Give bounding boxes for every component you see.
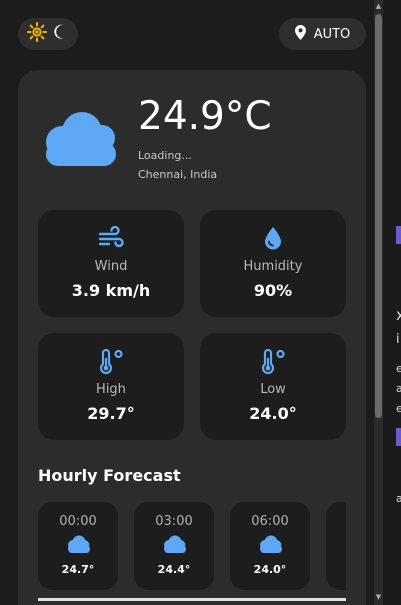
hourly-time: 00:00: [59, 514, 97, 529]
humidity-label: Humidity: [243, 259, 303, 274]
hourly-forecast-item[interactable]: [326, 502, 346, 590]
high-value: 29.7°: [87, 404, 135, 423]
hourly-temp: 24.7°: [61, 563, 95, 576]
thermometer-icon: [98, 348, 124, 375]
hourly-time: 06:00: [251, 514, 289, 529]
auto-location-label: AUTO: [313, 26, 351, 42]
weather-card: 24.9°C Loading... Chennai, India Wind 3.…: [18, 70, 366, 605]
low-tile: Low 24.0°: [200, 333, 346, 440]
cloud-icon: [257, 535, 283, 557]
cloud-icon: [161, 535, 187, 557]
hourly-time: 03:00: [155, 514, 193, 529]
background-accent: [396, 226, 401, 244]
cloud-icon: [38, 108, 120, 170]
cloud-icon: [65, 535, 91, 557]
wind-value: 3.9 km/h: [71, 281, 151, 300]
popup-scrollbar[interactable]: ▲ ▼: [374, 0, 383, 605]
hourly-forecast-title: Hourly Forecast: [38, 466, 181, 485]
humidity-tile: Humidity 90%: [200, 210, 346, 317]
background-accent: [396, 428, 401, 446]
sun-icon[interactable]: [26, 22, 47, 46]
weather-status: Loading...: [138, 149, 192, 162]
humidity-value: 90%: [253, 281, 293, 300]
scrollbar-thumb[interactable]: [375, 14, 382, 418]
hourly-forecast-item[interactable]: 03:00 24.4°: [134, 502, 214, 590]
background-text: x: [396, 306, 401, 324]
auto-location-button[interactable]: AUTO: [279, 18, 366, 50]
background-text: e: [396, 402, 401, 415]
hourly-temp: 24.0°: [253, 563, 287, 576]
hourly-forecast-item[interactable]: 00:00 24.7°: [38, 502, 118, 590]
wind-tile: Wind 3.9 km/h: [38, 210, 184, 317]
theme-toggle[interactable]: [18, 18, 78, 50]
background-text: e: [396, 362, 401, 375]
low-value: 24.0°: [249, 404, 297, 423]
high-label: High: [96, 382, 126, 397]
location-pin-icon: [294, 24, 306, 44]
background-page: [383, 0, 401, 605]
wind-label: Wind: [94, 259, 128, 274]
low-label: Low: [260, 382, 286, 397]
location-name: Chennai, India: [138, 168, 218, 181]
hourly-forecast-list[interactable]: 00:00 24.7° 03:00 24.4° 06:00 24.0°: [38, 502, 346, 590]
scroll-down-arrow-icon[interactable]: ▼: [374, 593, 383, 603]
background-text: a: [396, 382, 401, 395]
high-tile: High 29.7°: [38, 333, 184, 440]
hourly-scroll-indicator[interactable]: [38, 598, 346, 601]
scroll-up-arrow-icon[interactable]: ▲: [374, 2, 383, 12]
hourly-forecast-item[interactable]: 06:00 24.0°: [230, 502, 310, 590]
background-text: i: [396, 332, 400, 347]
moon-icon[interactable]: [52, 23, 70, 45]
background-text: a: [396, 492, 401, 505]
hourly-temp: 24.4°: [157, 563, 191, 576]
humidity-drop-icon: [264, 226, 282, 252]
thermometer-icon: [260, 348, 286, 375]
wind-icon: [98, 225, 124, 252]
current-temperature: 24.9°C: [138, 94, 272, 139]
weather-popup: AUTO 24.9°C Loading... Chennai, India Wi…: [0, 0, 374, 605]
